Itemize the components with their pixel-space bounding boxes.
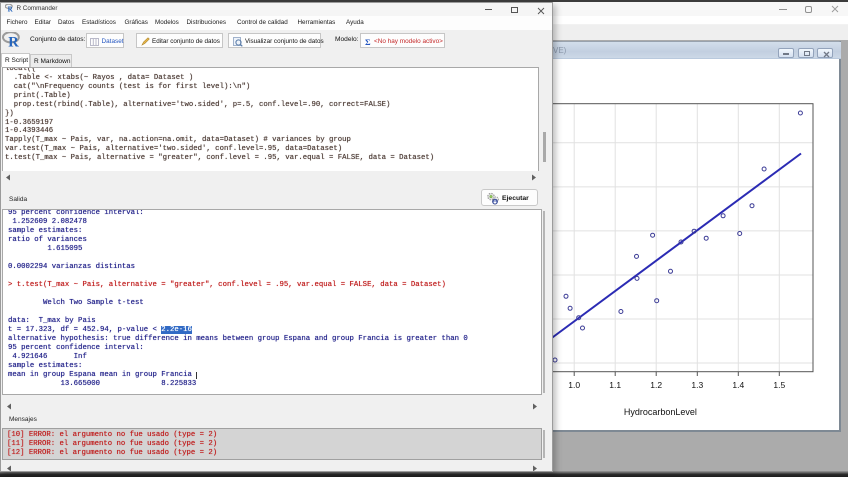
svg-text:1.4: 1.4: [732, 380, 744, 390]
svg-text:1.0: 1.0: [568, 380, 580, 390]
svg-text:1.5: 1.5: [773, 380, 785, 390]
svg-text:1.3: 1.3: [691, 380, 703, 390]
svg-text:HydrocarbonLevel: HydrocarbonLevel: [624, 407, 697, 417]
svg-text:R: R: [8, 35, 19, 49]
svg-text:1.2: 1.2: [650, 380, 662, 390]
svg-text:1.1: 1.1: [609, 380, 621, 390]
